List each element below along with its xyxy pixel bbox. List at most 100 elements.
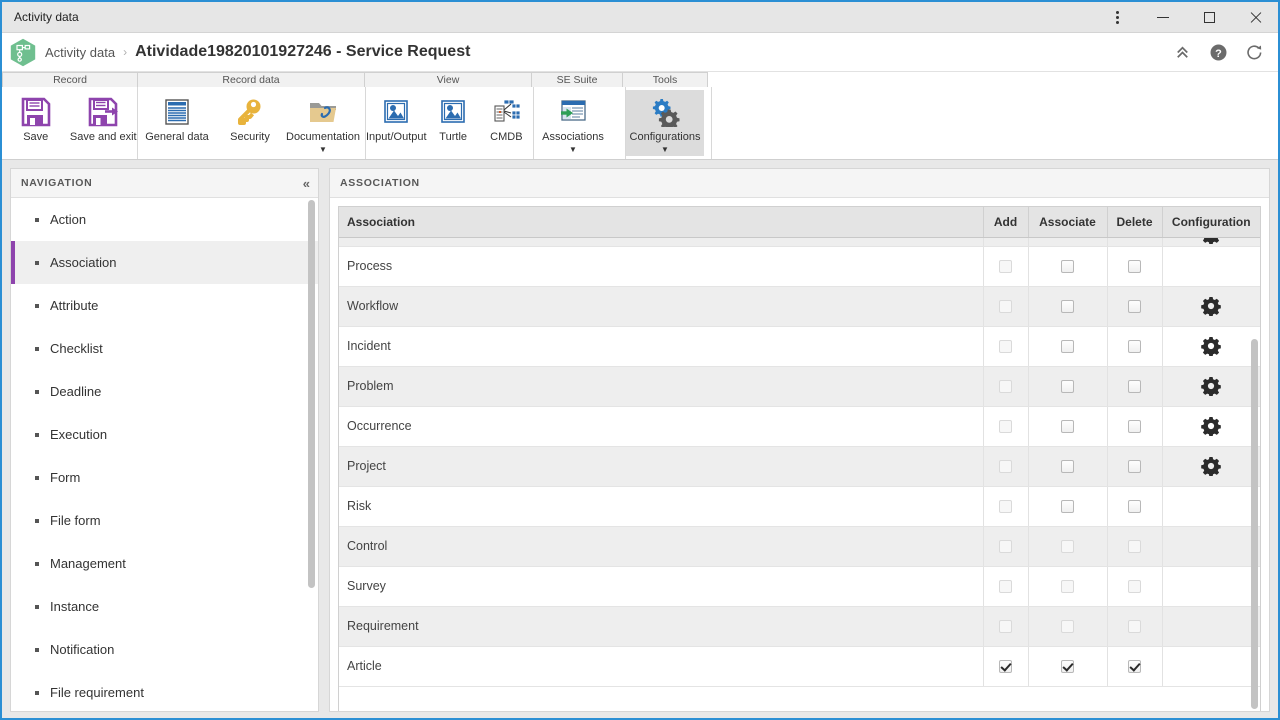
row-add-cell[interactable] xyxy=(983,237,1029,247)
row-associate-cell[interactable] xyxy=(1028,406,1108,447)
row-associate-cell[interactable] xyxy=(1028,246,1108,287)
row-delete-cell[interactable] xyxy=(1107,286,1163,327)
associate-checkbox[interactable] xyxy=(1061,300,1074,314)
chevron-down-icon[interactable]: ▼ xyxy=(569,146,577,154)
row-add-cell[interactable] xyxy=(983,446,1029,487)
row-delete-cell[interactable] xyxy=(1107,406,1163,447)
associations-button[interactable]: Associations ▼ xyxy=(534,90,612,156)
add-checkbox[interactable] xyxy=(999,340,1012,354)
row-add-cell[interactable] xyxy=(983,566,1029,607)
delete-checkbox[interactable] xyxy=(1128,500,1141,514)
associate-checkbox[interactable] xyxy=(1061,500,1074,514)
row-configuration-cell[interactable] xyxy=(1162,237,1260,247)
column-header-delete[interactable]: Delete xyxy=(1107,207,1163,238)
row-delete-cell[interactable] xyxy=(1107,237,1163,247)
table-row[interactable]: Occurrence xyxy=(339,406,1260,447)
row-configuration-cell[interactable] xyxy=(1162,286,1260,327)
delete-checkbox[interactable] xyxy=(1128,340,1141,354)
sidebar-item-file-requirement[interactable]: File requirement xyxy=(11,671,318,711)
add-checkbox[interactable] xyxy=(999,660,1012,674)
column-header-association[interactable]: Association xyxy=(339,207,984,238)
row-configuration-cell[interactable] xyxy=(1162,366,1260,407)
more-options-button[interactable] xyxy=(1094,2,1140,32)
gear-icon[interactable] xyxy=(1201,296,1222,316)
sidebar-item-file-form[interactable]: File form xyxy=(11,499,318,542)
row-add-cell[interactable] xyxy=(983,406,1029,447)
add-checkbox[interactable] xyxy=(999,540,1012,554)
column-header-associate[interactable]: Associate xyxy=(1028,207,1108,238)
row-add-cell[interactable] xyxy=(983,646,1029,687)
add-checkbox[interactable] xyxy=(999,420,1012,434)
documentation-button[interactable]: Documentation ▼ xyxy=(284,90,362,156)
delete-checkbox[interactable] xyxy=(1128,260,1141,274)
row-add-cell[interactable] xyxy=(983,326,1029,367)
table-row[interactable]: Article xyxy=(339,646,1260,687)
delete-checkbox[interactable] xyxy=(1128,540,1141,554)
add-checkbox[interactable] xyxy=(999,260,1012,274)
gear-icon[interactable] xyxy=(1201,456,1222,476)
delete-checkbox[interactable] xyxy=(1128,580,1141,594)
collapse-chevrons-icon[interactable] xyxy=(1173,43,1192,62)
associate-checkbox[interactable] xyxy=(1061,340,1074,354)
associate-checkbox[interactable] xyxy=(1061,580,1074,594)
row-delete-cell[interactable] xyxy=(1107,526,1163,567)
row-delete-cell[interactable] xyxy=(1107,446,1163,487)
save-and-exit-button[interactable]: Save and exit xyxy=(70,90,138,156)
row-delete-cell[interactable] xyxy=(1107,366,1163,407)
table-row[interactable]: Process xyxy=(339,246,1260,287)
breadcrumb-root[interactable]: Activity data xyxy=(45,45,115,60)
delete-checkbox[interactable] xyxy=(1128,380,1141,394)
column-header-configuration[interactable]: Configuration xyxy=(1162,207,1260,238)
gear-icon[interactable] xyxy=(1201,376,1222,396)
minimize-button[interactable] xyxy=(1140,2,1186,32)
delete-checkbox[interactable] xyxy=(1128,420,1141,434)
associate-checkbox[interactable] xyxy=(1061,420,1074,434)
row-delete-cell[interactable] xyxy=(1107,326,1163,367)
row-add-cell[interactable] xyxy=(983,606,1029,647)
row-associate-cell[interactable] xyxy=(1028,526,1108,567)
cmdb-button[interactable]: CMDB xyxy=(480,90,533,156)
delete-checkbox[interactable] xyxy=(1128,460,1141,474)
gear-icon[interactable] xyxy=(1201,416,1222,436)
save-button[interactable]: Save xyxy=(2,90,70,156)
add-checkbox[interactable] xyxy=(999,580,1012,594)
sidebar-item-form[interactable]: Form xyxy=(11,456,318,499)
delete-checkbox[interactable] xyxy=(1128,300,1141,314)
chevron-down-icon[interactable]: ▼ xyxy=(319,146,327,154)
table-row[interactable]: Control xyxy=(339,526,1260,567)
row-add-cell[interactable] xyxy=(983,246,1029,287)
row-delete-cell[interactable] xyxy=(1107,646,1163,687)
row-add-cell[interactable] xyxy=(983,286,1029,327)
gear-icon[interactable] xyxy=(1201,237,1221,244)
row-associate-cell[interactable] xyxy=(1028,606,1108,647)
row-associate-cell[interactable] xyxy=(1028,646,1108,687)
row-add-cell[interactable] xyxy=(983,366,1029,407)
associate-checkbox[interactable] xyxy=(1061,620,1074,634)
sidebar-item-deadline[interactable]: Deadline xyxy=(11,370,318,413)
table-row[interactable]: Risk xyxy=(339,486,1260,527)
navigation-scrollbar[interactable] xyxy=(308,200,315,588)
help-icon[interactable]: ? xyxy=(1209,43,1228,62)
associate-checkbox[interactable] xyxy=(1061,540,1074,554)
sidebar-item-checklist[interactable]: Checklist xyxy=(11,327,318,370)
column-header-add[interactable]: Add xyxy=(983,207,1029,238)
table-row[interactable]: Incident xyxy=(339,326,1260,367)
gear-icon[interactable] xyxy=(1201,336,1222,356)
row-configuration-cell[interactable] xyxy=(1162,326,1260,367)
association-table-scrollbar[interactable] xyxy=(1251,339,1258,709)
configurations-button[interactable]: Configurations ▼ xyxy=(626,90,704,156)
associate-checkbox[interactable] xyxy=(1061,260,1074,274)
sidebar-item-execution[interactable]: Execution xyxy=(11,413,318,456)
row-associate-cell[interactable] xyxy=(1028,366,1108,407)
row-associate-cell[interactable] xyxy=(1028,326,1108,367)
delete-checkbox[interactable] xyxy=(1128,620,1141,634)
row-delete-cell[interactable] xyxy=(1107,566,1163,607)
general-data-button[interactable]: General data xyxy=(138,90,216,156)
table-row[interactable]: Requirement xyxy=(339,606,1260,647)
close-button[interactable] xyxy=(1232,2,1278,32)
sidebar-item-association[interactable]: Association xyxy=(11,241,318,284)
add-checkbox[interactable] xyxy=(999,300,1012,314)
row-delete-cell[interactable] xyxy=(1107,486,1163,527)
table-row[interactable] xyxy=(339,237,1260,247)
row-configuration-cell[interactable] xyxy=(1162,406,1260,447)
